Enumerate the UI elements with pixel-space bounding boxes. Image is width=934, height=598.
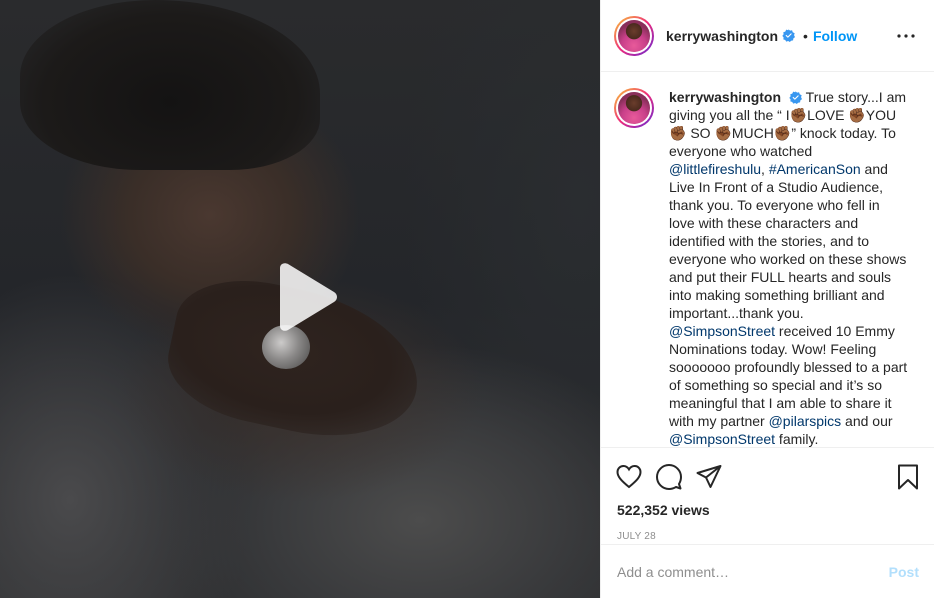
caption: kerrywashington True story...I am giving… xyxy=(614,88,918,447)
caption-segment: LOVE xyxy=(807,107,849,123)
raised-fist-emoji: ✊🏾 xyxy=(714,125,732,141)
bookmark-icon[interactable] xyxy=(894,463,922,491)
caption-username[interactable]: kerrywashington xyxy=(669,89,781,105)
comment-icon[interactable] xyxy=(655,463,683,491)
post-side-panel: kerrywashington • Follow kerrywashington… xyxy=(600,0,934,598)
hashtag-link[interactable]: #AmericanSon xyxy=(769,161,861,177)
share-icon[interactable] xyxy=(695,463,723,491)
caption-segment: SO xyxy=(686,125,715,141)
verified-badge-icon xyxy=(782,29,796,42)
play-icon[interactable] xyxy=(270,262,340,332)
caption-segment: , xyxy=(761,161,769,177)
heart-icon[interactable] xyxy=(615,463,643,491)
post-header: kerrywashington • Follow xyxy=(601,0,934,72)
post-date[interactable]: JULY 28 xyxy=(601,531,934,545)
mention-link[interactable]: @pilarspics xyxy=(769,413,842,429)
header-username[interactable]: kerrywashington xyxy=(666,28,778,44)
raised-fist-emoji: ✊🏾 xyxy=(669,125,687,141)
post-button[interactable]: Post xyxy=(889,564,919,580)
comment-input[interactable] xyxy=(617,563,889,580)
mention-link[interactable]: @SimpsonStreet xyxy=(669,431,775,447)
instagram-post: kerrywashington • Follow kerrywashington… xyxy=(0,0,934,598)
caption-segment: and Live In Front of a Studio Audience, … xyxy=(669,161,907,321)
caption-avatar[interactable] xyxy=(614,88,654,128)
raised-fist-emoji: ✊🏾 xyxy=(773,125,792,141)
caption-segment: MUCH xyxy=(731,125,774,141)
mention-link[interactable]: @littlefireshulu xyxy=(669,161,761,177)
mention-link[interactable]: @SimpsonStreet xyxy=(669,323,775,339)
comments-area[interactable]: kerrywashington True story...I am giving… xyxy=(601,72,934,447)
raised-fist-emoji: ✊🏾 xyxy=(789,107,808,123)
caption-segment: family. xyxy=(775,431,819,447)
verified-badge-icon xyxy=(789,90,803,104)
caption-segment: and our xyxy=(841,413,893,429)
raised-fist-emoji: ✊🏾 xyxy=(848,107,866,123)
comment-box: Post xyxy=(601,544,934,598)
caption-text: kerrywashington True story...I am giving… xyxy=(669,88,909,447)
action-bar xyxy=(601,447,934,505)
caption-segment: YOU xyxy=(865,107,897,123)
header-separator: • xyxy=(803,27,808,44)
view-count[interactable]: 522,352 views xyxy=(601,502,934,522)
follow-button[interactable]: Follow xyxy=(813,28,857,44)
avatar[interactable] xyxy=(614,15,654,56)
header-user: kerrywashington • Follow xyxy=(666,28,857,44)
more-horizontal-icon[interactable] xyxy=(894,24,918,48)
video-player[interactable] xyxy=(0,0,600,598)
